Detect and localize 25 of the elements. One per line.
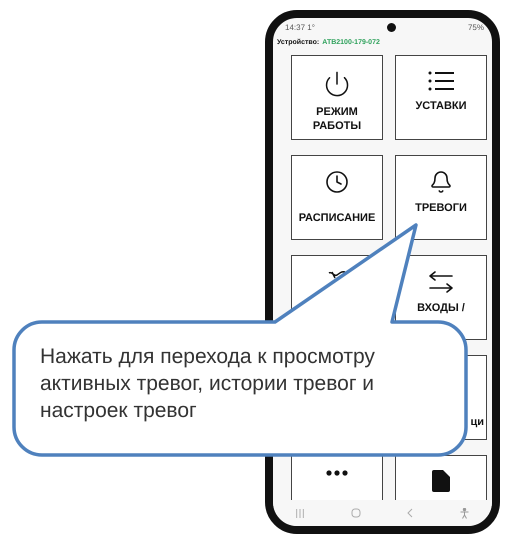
tile-label: РЕЖИМ РАБОТЫ	[312, 106, 362, 134]
menu-tile[interactable]: УСТАВКИ	[395, 55, 487, 140]
tile-label: ци	[470, 416, 485, 430]
tile-label: РАСПИСАНИЕ	[298, 212, 376, 226]
bell-icon	[429, 170, 453, 194]
tile-label: УСТАВКИ	[415, 100, 467, 114]
tile-label: ТРЕВОГИ	[415, 202, 467, 216]
clock-icon	[325, 170, 349, 194]
home-icon[interactable]	[350, 508, 361, 518]
recent-apps-icon[interactable]	[296, 508, 304, 518]
menu-tile[interactable]: РЕЖИМ РАБОТЫ	[291, 55, 383, 140]
status-time: 14:37 1°	[285, 22, 315, 32]
ellipsis-icon	[326, 470, 348, 476]
menu-tile[interactable]: РАСПИСАНИЕ	[291, 155, 383, 240]
file-icon	[432, 470, 450, 492]
callout-text: Нажать для перехода к просмотру активных тревог, истории тревог и настроек тревог	[40, 344, 376, 424]
arrows-icon	[428, 270, 454, 294]
battery-level: 75%	[468, 22, 484, 32]
back-icon[interactable]	[407, 508, 414, 518]
accessibility-icon[interactable]	[460, 508, 469, 518]
menu-tile[interactable]: ТРЕВОГИ	[395, 155, 487, 240]
power-icon	[323, 70, 351, 98]
list-icon	[428, 70, 454, 92]
tile-label: ВХОДЫ /	[417, 302, 465, 316]
camera-icon	[386, 22, 396, 32]
